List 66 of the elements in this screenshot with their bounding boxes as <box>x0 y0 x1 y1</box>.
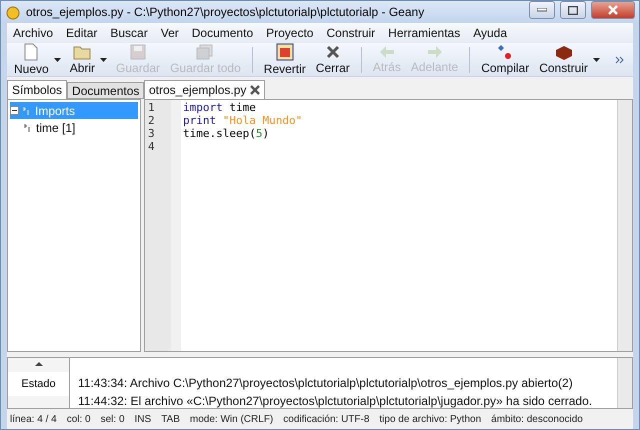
log-message: 11:44:32: El archivo «C:\Python27\proyectos\plctutorialp\plctutorialp\jugador.py» ha sido cerrado. <box>78 394 594 408</box>
minimize-icon <box>537 8 547 12</box>
document-icon <box>23 43 40 61</box>
dropdown-caret-icon[interactable] <box>54 58 61 62</box>
status-item: línea: 4 / 4 <box>10 414 57 424</box>
menu-item[interactable]: Documento <box>192 26 254 40</box>
right-arrow-icon <box>426 45 443 59</box>
maximize-button[interactable] <box>560 1 586 19</box>
log-message: 11:43:34: Archivo C:\Python27\proyectos\plctutorialp\plctutorialp\otros_ejemplos.py abierto(2) <box>78 376 574 390</box>
scrollbar[interactable] <box>617 100 632 351</box>
minimize-button[interactable] <box>529 1 555 19</box>
toolbar-button[interactable]: Compilar <box>476 44 534 75</box>
menu-item[interactable]: Proyecto <box>266 26 314 40</box>
code-line: time.sleep(5) <box>183 127 270 140</box>
status-item: tipo de archivo: Python <box>379 414 482 424</box>
menu-item[interactable]: Ver <box>160 26 179 40</box>
sidebar-tab[interactable]: Documentos <box>67 82 144 99</box>
close-icon <box>324 44 341 60</box>
toolbar-button[interactable]: Revertir <box>258 43 311 76</box>
menu-item[interactable]: Buscar <box>110 26 148 40</box>
line-number: 3 <box>147 127 156 140</box>
revert-document-icon <box>276 43 294 61</box>
status-item: mode: Win (CRLF) <box>190 414 274 424</box>
status-item: TAB <box>161 414 180 424</box>
app-icon <box>5 4 21 20</box>
compile-icon <box>497 44 514 60</box>
document-tab[interactable]: otros_ejemplos.py <box>144 80 266 99</box>
symbol-icon <box>24 122 32 132</box>
line-number: 2 <box>147 114 156 127</box>
menu-item[interactable]: Ayuda <box>473 26 508 40</box>
menu-item[interactable]: Herramientas <box>388 26 460 40</box>
floppy-icon <box>130 44 146 60</box>
close-icon <box>608 5 618 15</box>
window-title: otros_ejemplos.py - C:\Python27\proyectos\plctutorialp\plctutorialp - Geany <box>26 5 426 19</box>
collapse-icon[interactable] <box>10 106 19 115</box>
floppies-icon <box>196 44 214 60</box>
toolbar-button[interactable]: Cerrar <box>310 44 355 75</box>
dropdown-caret-icon[interactable] <box>592 58 600 62</box>
menu-item[interactable]: Archivo <box>13 26 54 40</box>
left-arrow-icon <box>378 45 395 59</box>
toolbar-button[interactable]: Abrir <box>64 44 100 75</box>
menu-item[interactable]: Editar <box>66 26 98 40</box>
code-editor[interactable]: 1 2 3 4 import time print "Hola Mundo" time.sleep(5) <box>144 99 633 352</box>
tree-item[interactable]: time [1] <box>10 119 138 136</box>
status-item: col: 0 <box>66 414 91 424</box>
scrollbar[interactable] <box>617 358 632 408</box>
toolbar-button[interactable]: Construir <box>534 44 593 75</box>
sidebar-tab[interactable]: Símbolos <box>7 80 68 99</box>
message-tab[interactable]: Estado <box>8 372 69 396</box>
status-item: INS <box>134 414 152 424</box>
line-number: 1 <box>147 101 156 114</box>
overflow-chevron-icon[interactable] <box>615 56 625 64</box>
close-button[interactable] <box>591 1 635 19</box>
status-item: ámbito: desconocido <box>491 414 583 424</box>
close-icon[interactable] <box>250 85 260 95</box>
status-item: sel: 0 <box>100 414 125 424</box>
dropdown-caret-icon[interactable] <box>100 58 108 62</box>
symbol-icon <box>23 106 31 116</box>
status-item: codificación: UTF-8 <box>283 414 370 424</box>
code-line: print "Hola Mundo" <box>183 114 302 127</box>
code-line: import time <box>183 101 256 114</box>
menu-item[interactable]: Construir <box>326 26 376 40</box>
toolbar-button[interactable]: Nuevo <box>9 43 54 76</box>
line-number: 4 <box>147 140 156 153</box>
scroll-up-icon[interactable] <box>34 361 42 366</box>
maximize-icon <box>568 6 578 14</box>
